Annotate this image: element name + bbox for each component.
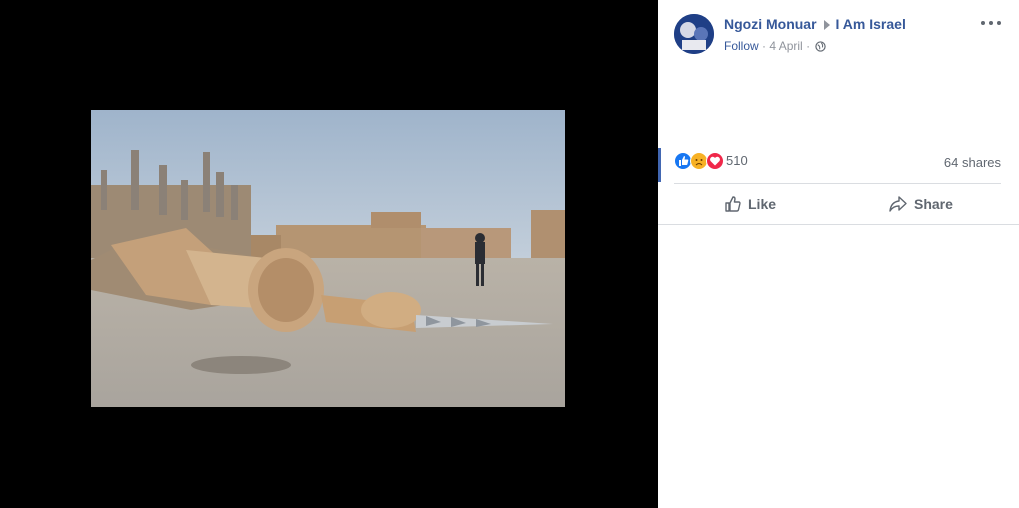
love-icon bbox=[706, 152, 724, 170]
globe-icon[interactable] bbox=[815, 41, 827, 55]
caret-right-icon bbox=[823, 20, 830, 31]
post-photo[interactable] bbox=[91, 110, 565, 407]
thumbs-up-icon bbox=[725, 196, 741, 212]
more-options-icon[interactable] bbox=[981, 18, 1001, 28]
photo-viewer bbox=[0, 0, 658, 508]
panel-accent-bar bbox=[658, 148, 661, 182]
meta-separator: · bbox=[762, 39, 767, 53]
divider bbox=[674, 183, 1001, 184]
group-name-link[interactable]: I Am Israel bbox=[836, 16, 906, 32]
share-button-label: Share bbox=[914, 196, 953, 212]
like-button[interactable]: Like bbox=[724, 194, 776, 214]
meta-separator-2: · bbox=[806, 39, 811, 53]
reaction-count[interactable]: 510 bbox=[726, 153, 748, 168]
share-arrow-icon bbox=[889, 196, 907, 212]
post-meta-line: Follow · 4 April · bbox=[724, 39, 827, 55]
post-details-panel: Ngozi Monuar I Am Israel Follow · 4 April… bbox=[658, 0, 1019, 508]
author-avatar[interactable] bbox=[674, 14, 714, 54]
post-date[interactable]: 4 April bbox=[769, 39, 802, 53]
photo-ruined-minaret bbox=[91, 110, 565, 407]
avatar-image bbox=[674, 14, 714, 54]
author-name-link[interactable]: Ngozi Monuar bbox=[724, 16, 817, 32]
share-button[interactable]: Share bbox=[888, 194, 953, 214]
divider bbox=[658, 224, 1019, 225]
like-button-label: Like bbox=[748, 196, 777, 212]
follow-link[interactable]: Follow bbox=[724, 39, 759, 53]
shares-count[interactable]: 64 shares bbox=[944, 155, 1001, 170]
post-author-line: Ngozi Monuar I Am Israel bbox=[724, 16, 906, 32]
